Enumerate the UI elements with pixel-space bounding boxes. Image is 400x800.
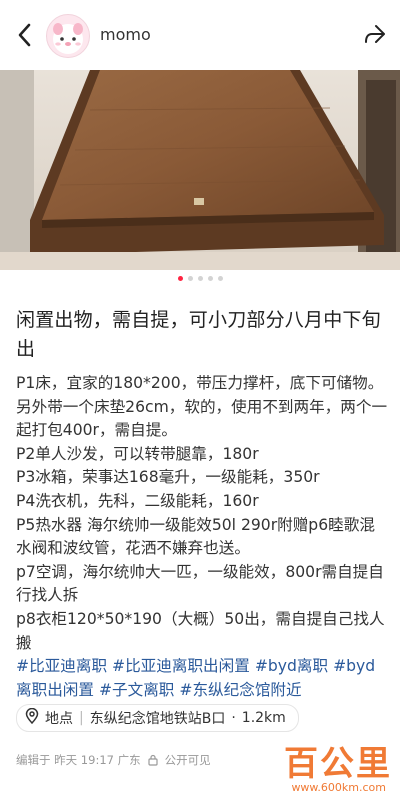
tag-list: #比亚迪离职 #比亚迪离职出闲置 #byd离职 #byd离职出闲置 #子文离职 … bbox=[16, 655, 388, 702]
carousel-dot bbox=[207, 276, 213, 281]
separator: · bbox=[231, 710, 236, 726]
content-line: p7空调，海尔统帅大一匹，一级能效，800r需自提自行找人拆 bbox=[16, 562, 384, 605]
content-line: P2单人沙发，可以转带腿靠，180r bbox=[16, 444, 259, 463]
carousel-dot bbox=[217, 276, 223, 281]
lock-icon bbox=[147, 754, 159, 766]
carousel-dot bbox=[197, 276, 203, 281]
watermark-url: www.600km.com bbox=[291, 781, 386, 794]
post-photo[interactable] bbox=[0, 70, 400, 270]
content-line: P5热水器 海尔统帅一级能效50l 290r附赠p6睦歌混水阀和波纹管，花洒不嫌… bbox=[16, 515, 375, 558]
post-meta: 编辑于 昨天 19:17 广东 公开可见 bbox=[16, 752, 211, 768]
hashtag[interactable]: #比亚迪离职 bbox=[16, 657, 107, 675]
username[interactable]: momo bbox=[100, 25, 151, 44]
content-line: P1床，宜家的180*200，带压力撑杆，底下可储物。另外带一个床垫26cm，软… bbox=[16, 374, 388, 440]
watermark: 百公里 www.600km.com bbox=[252, 736, 392, 798]
location-label: 地点 bbox=[45, 711, 73, 727]
carousel-dot bbox=[187, 276, 193, 281]
content-line: P4洗衣机，先科，二级能耗，160r bbox=[16, 491, 259, 510]
share-icon[interactable] bbox=[362, 22, 388, 48]
back-icon[interactable] bbox=[10, 20, 38, 50]
avatar[interactable] bbox=[46, 14, 90, 58]
location-chip[interactable]: 地点 | 东纵纪念馆地铁站B口 · 1.2km bbox=[16, 704, 299, 732]
location-pin-icon bbox=[25, 707, 39, 728]
carousel-indicator bbox=[0, 276, 400, 286]
location-distance: 1.2km bbox=[241, 710, 286, 726]
hashtag[interactable]: #子文离职 bbox=[99, 681, 174, 699]
visibility-label: 公开可见 bbox=[164, 753, 211, 767]
top-bar: momo bbox=[0, 0, 400, 70]
post-title: 闲置出物，需自提，可小刀部分八月中下旬出 bbox=[16, 309, 381, 360]
carousel-dot-active bbox=[177, 276, 183, 281]
content-line: p8衣柜120*50*190（大概）50出，需自提自己找人搬 bbox=[16, 609, 385, 652]
hashtag[interactable]: #byd离职 bbox=[255, 657, 328, 675]
separator: | bbox=[79, 710, 84, 726]
content-line: P3冰箱，荣事达168毫升，一级能耗，350r bbox=[16, 468, 320, 487]
post-content: P1床，宜家的180*200，带压力撑杆，底下可储物。另外带一个床垫26cm，软… bbox=[16, 372, 388, 702]
edit-time: 编辑于 昨天 19:17 广东 bbox=[16, 753, 141, 767]
hashtag[interactable]: #东纵纪念馆附近 bbox=[179, 681, 301, 699]
watermark-brand: 百公里 bbox=[284, 744, 392, 784]
location-place: 东纵纪念馆地铁站B口 bbox=[89, 711, 226, 727]
hashtag[interactable]: #比亚迪离职出闲置 bbox=[112, 657, 250, 675]
